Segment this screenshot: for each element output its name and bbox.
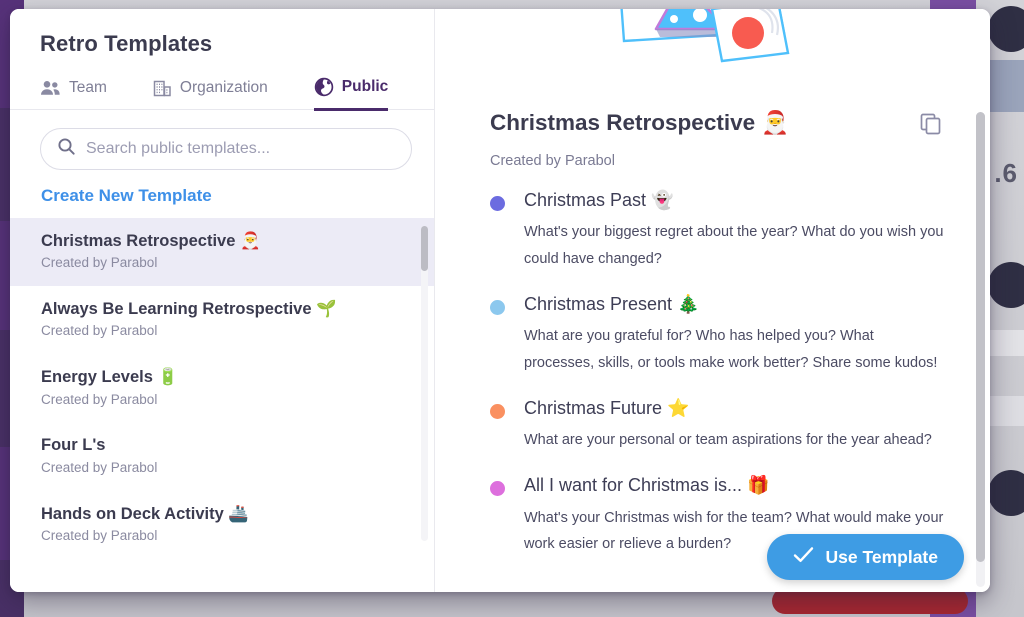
page-title: Retro Templates [40,31,213,56]
create-new-template-button[interactable]: Create New Template [10,170,434,218]
people-icon [40,80,61,96]
template-name: Hands on Deck Activity 🚢 [41,504,249,523]
search-input[interactable] [86,140,395,158]
prompt-description: What are you grateful for? Who has helpe… [524,328,938,372]
copy-icon[interactable] [916,109,946,144]
tab-team[interactable]: Team [40,75,107,111]
tab-label: Organization [179,79,268,96]
background-partial-number: .6 [994,158,1018,188]
template-list-item[interactable]: Energy Levels 🔋 Created by Parabol [10,354,434,422]
template-author: Created by Parabol [41,255,158,271]
template-prompt: Christmas Future ⭐ What are your persona… [490,397,946,454]
templates-modal: Retro Templates Team Organization Public… [10,9,990,592]
tab-organization[interactable]: Organization [153,75,268,111]
template-list-item[interactable]: Four L's Created by Parabol [10,422,434,490]
search-icon [57,137,86,161]
template-name: Four L's [41,436,106,455]
template-author: Created by Parabol [41,527,158,543]
template-name: Energy Levels 🔋 [41,368,179,387]
building-icon [153,80,172,97]
template-detail-author: Created by Parabol [490,153,615,169]
template-list-scrollbar[interactable] [421,226,428,541]
scrollbar-thumb[interactable] [976,112,985,562]
tab-label: Public [341,78,389,95]
template-author: Created by Parabol [41,323,158,339]
template-author: Created by Parabol [41,459,158,475]
prompt-description: What's your biggest regret about the yea… [524,224,944,268]
template-detail-title: Christmas Retrospective 🎅 [490,110,790,135]
prompt-color-dot [490,300,505,316]
globe-icon [314,77,334,97]
prompt-description: What are your personal or team aspiratio… [524,432,932,449]
template-detail-scroll: Christmas Retrospective 🎅 Created by Par… [435,9,990,592]
template-name: Always Be Learning Retrospective 🌱 [41,300,337,319]
template-prompt: Christmas Past 👻 What's your biggest reg… [490,189,946,273]
use-template-label: Use Template [825,546,939,567]
search-container [10,110,434,170]
template-detail-pane: Christmas Retrospective 🎅 Created by Par… [435,9,990,592]
tab-public[interactable]: Public [313,73,389,111]
scrollbar-thumb[interactable] [421,226,428,271]
template-scope-tabs: Team Organization Public [10,57,434,111]
prompt-color-dot [490,481,505,497]
prompt-color-dot [490,196,505,211]
template-illustration [588,9,848,101]
detail-scrollbar[interactable] [976,112,985,587]
use-template-button[interactable]: Use Template [766,534,964,580]
template-author: Created by Parabol [41,391,158,407]
template-list-item[interactable]: Hands on Deck Activity 🚢 Created by Para… [10,491,434,559]
prompt-question: Christmas Past 👻 [524,190,674,210]
template-name: Christmas Retrospective 🎅 [41,232,261,250]
tab-label: Team [69,79,107,96]
search-box[interactable] [40,128,412,170]
prompt-question: Christmas Present 🎄 [524,294,700,315]
template-list[interactable]: Christmas Retrospective 🎅 Created by Par… [10,218,434,592]
check-icon [793,546,814,568]
prompt-question: All I want for Christmas is... 🎁 [524,475,770,496]
template-prompt: Christmas Present 🎄 What are you gratefu… [490,293,946,377]
template-list-item[interactable]: Always Be Learning Retrospective 🌱 Creat… [10,286,434,354]
prompt-question: Christmas Future ⭐ [524,398,690,419]
prompt-color-dot [490,404,505,420]
template-detail-header: Christmas Retrospective 🎅 Created by Par… [490,101,946,169]
template-list-item[interactable]: Christmas Retrospective 🎅 Created by Par… [10,218,434,287]
template-picker-pane: Retro Templates Team Organization Public… [10,9,435,592]
